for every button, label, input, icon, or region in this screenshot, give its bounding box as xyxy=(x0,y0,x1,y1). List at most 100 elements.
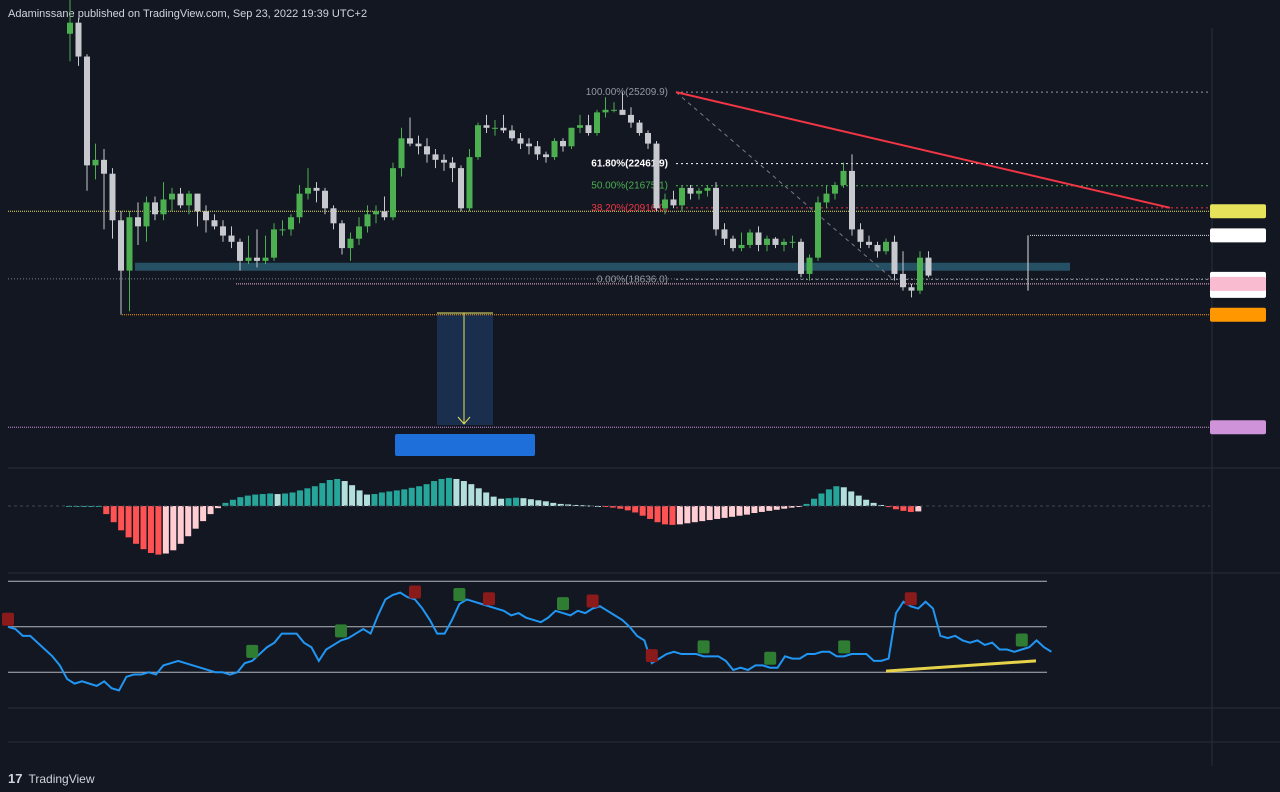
measure-box xyxy=(437,313,493,425)
candle-body xyxy=(891,241,898,274)
candle-body xyxy=(381,211,388,218)
candle-body xyxy=(262,257,269,261)
candle-body xyxy=(364,214,371,227)
macd-bar xyxy=(378,492,385,506)
candle-body xyxy=(305,187,311,194)
candle-body xyxy=(602,109,609,113)
rsi-divergence-badge xyxy=(645,649,658,663)
candle-body xyxy=(526,143,532,147)
candle-body xyxy=(322,190,328,209)
macd-bar xyxy=(684,506,691,524)
candle-body xyxy=(203,211,209,221)
macd-bar xyxy=(259,494,266,506)
candle-body xyxy=(288,217,294,230)
macd-bar xyxy=(676,506,683,525)
rsi-divergence-badge xyxy=(409,585,421,599)
macd-bar xyxy=(438,478,445,506)
tradingview-logo[interactable]: 17 TradingView xyxy=(8,771,95,786)
macd-bar xyxy=(721,506,728,518)
macd-bar xyxy=(833,486,840,506)
candle-body xyxy=(849,170,855,230)
candle-body xyxy=(84,56,90,166)
macd-bar xyxy=(520,498,527,506)
candle-body xyxy=(296,193,303,218)
macd-bar xyxy=(855,495,862,506)
macd-bar xyxy=(900,506,907,511)
candle-body xyxy=(900,273,906,288)
price-badge xyxy=(1210,307,1266,322)
candle-body xyxy=(441,159,447,163)
macd-bar xyxy=(654,506,661,523)
candle-body xyxy=(764,238,770,245)
candle-body xyxy=(237,241,243,261)
candle-body xyxy=(568,127,575,147)
price-badge xyxy=(1210,276,1266,291)
tradingview-logo-text: TradingView xyxy=(28,771,95,786)
macd-bar xyxy=(773,506,780,510)
candle-body xyxy=(670,199,677,206)
rsi-divergence-badge xyxy=(904,592,917,606)
macd-bar xyxy=(915,506,922,512)
candle-body xyxy=(874,244,881,252)
candle-body xyxy=(194,193,201,212)
candle-body xyxy=(228,235,235,242)
macd-bar xyxy=(155,506,162,555)
candle-body xyxy=(177,193,184,206)
macd-bar xyxy=(505,498,512,506)
macd-bar xyxy=(133,506,140,544)
macd-bar xyxy=(185,506,192,537)
candle-body xyxy=(883,241,889,252)
macd-bar xyxy=(691,506,698,523)
macd-bar xyxy=(475,488,482,506)
macd-bar xyxy=(714,506,721,519)
candle-body xyxy=(687,187,694,194)
macd-bar xyxy=(177,506,184,544)
candle-body xyxy=(560,140,566,147)
fib-label: 100.00%(25209.9) xyxy=(586,87,668,98)
macd-bar xyxy=(848,491,855,506)
macd-bar xyxy=(341,481,348,506)
macd-bar xyxy=(647,506,654,519)
candle-body xyxy=(415,143,422,147)
candle-body xyxy=(585,125,592,134)
rsi-divergence-badge xyxy=(453,588,466,601)
candle-body xyxy=(271,229,277,258)
candle-body xyxy=(840,170,847,186)
candle-body xyxy=(645,133,651,144)
trading-chart[interactable]: 100.00%(25209.9)61.80%(22461.9)50.00%(21… xyxy=(0,0,1280,792)
candle-body xyxy=(492,127,498,129)
macd-bar xyxy=(907,506,914,512)
macd-bar xyxy=(244,495,251,506)
candle-body xyxy=(730,238,736,249)
candle-body xyxy=(517,138,524,144)
macd-bar xyxy=(825,489,832,506)
macd-bar xyxy=(110,506,117,523)
candle-body xyxy=(126,217,133,271)
candle-body xyxy=(339,223,345,249)
macd-bar xyxy=(743,506,750,515)
candle-body xyxy=(211,220,218,227)
rsi-divergence-badge xyxy=(697,640,710,654)
macd-bar xyxy=(356,490,363,506)
candle-body xyxy=(619,109,626,115)
candle-body xyxy=(152,202,158,215)
macd-bar xyxy=(326,480,333,506)
candle-body xyxy=(738,244,745,249)
rsi-divergence-badge xyxy=(1015,633,1028,647)
macd-bar xyxy=(542,501,549,506)
macd-bar xyxy=(229,499,236,506)
macd-bar xyxy=(334,478,341,506)
macd-bar xyxy=(311,486,318,506)
macd-bar xyxy=(416,486,423,506)
candle-body xyxy=(347,238,354,249)
macd-bar xyxy=(483,492,490,506)
rsi-divergence-badge xyxy=(246,644,259,658)
macd-bar xyxy=(147,506,154,553)
rsi-divergence-badge xyxy=(483,592,495,606)
candle-body xyxy=(755,232,762,245)
candle-body xyxy=(500,127,507,131)
candle-body xyxy=(713,187,719,230)
candle-body xyxy=(466,157,473,209)
candle-body xyxy=(373,211,379,215)
macd-bar xyxy=(237,497,244,506)
